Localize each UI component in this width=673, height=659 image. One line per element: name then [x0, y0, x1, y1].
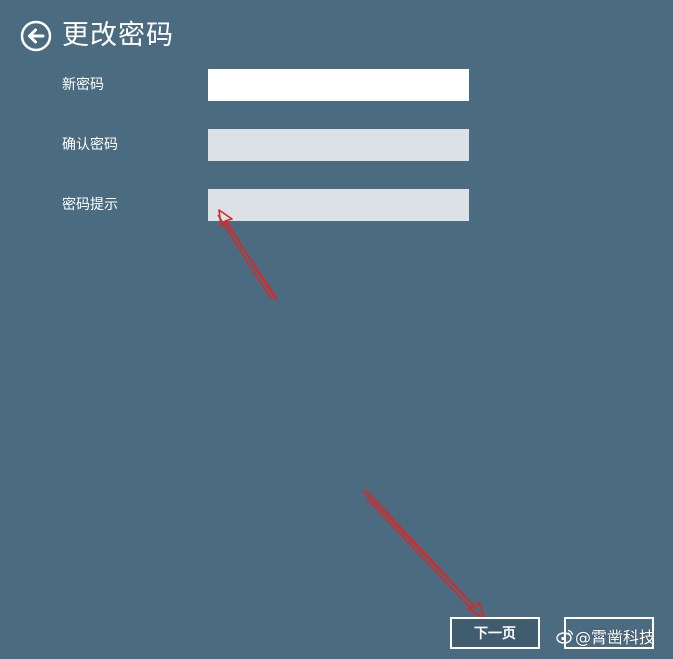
new-password-label: 新密码 — [62, 77, 104, 93]
weibo-logo-icon — [556, 628, 575, 644]
page-title: 更改密码 — [62, 20, 174, 51]
annotation-arrow-to-hint — [217, 209, 278, 300]
password-hint-row: 密码提示 — [62, 189, 482, 221]
confirm-password-input[interactable] — [208, 129, 469, 161]
confirm-password-row: 确认密码 — [62, 129, 482, 161]
back-arrow-circle-icon — [20, 20, 52, 52]
header: 更改密码 — [20, 16, 174, 56]
next-page-button[interactable]: 下一页 — [450, 617, 540, 649]
watermark: @霄凿科技 — [556, 624, 655, 648]
annotation-arrow-to-next — [361, 489, 485, 618]
password-hint-label: 密码提示 — [62, 197, 118, 213]
back-button[interactable] — [20, 20, 52, 52]
new-password-input[interactable] — [208, 69, 469, 101]
password-hint-input[interactable] — [208, 189, 469, 221]
new-password-row: 新密码 — [62, 69, 482, 101]
confirm-password-label: 确认密码 — [62, 137, 118, 153]
watermark-text: @霄凿科技 — [575, 628, 656, 647]
